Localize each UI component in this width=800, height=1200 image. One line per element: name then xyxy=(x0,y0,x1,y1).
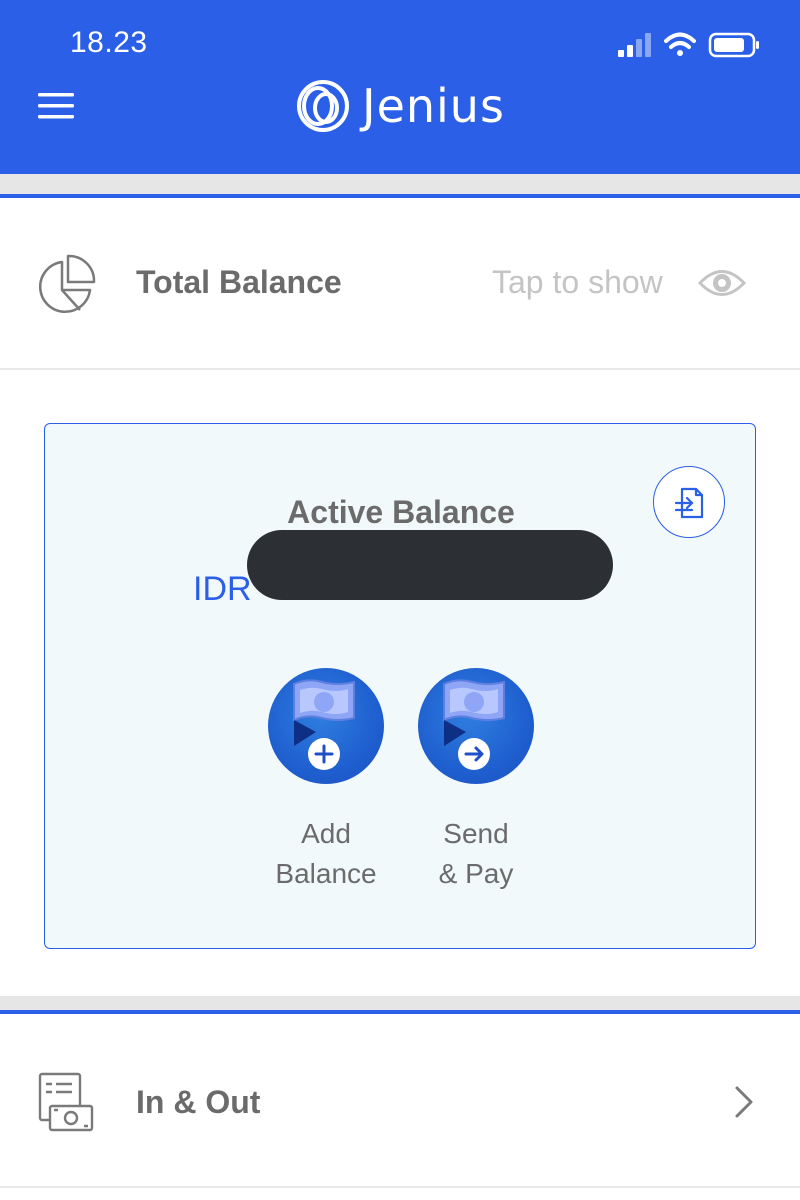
redaction-bar xyxy=(247,530,613,600)
jenius-rings-logo-icon xyxy=(297,80,349,132)
transactions-icon xyxy=(38,1072,94,1132)
active-balance-card: Active Balance IDR Add Balance Send & Pa… xyxy=(44,423,756,949)
section-top-rule xyxy=(0,1010,800,1014)
in-out-label: In & Out xyxy=(136,1084,261,1120)
send-pay-label: Send & Pay xyxy=(438,818,514,889)
pie-chart-icon xyxy=(38,254,96,314)
eye-icon[interactable] xyxy=(698,266,746,300)
battery-icon xyxy=(708,32,759,58)
status-time: 18.23 xyxy=(70,26,148,59)
cellular-signal-icon xyxy=(618,33,651,57)
total-balance-label: Total Balance xyxy=(136,264,342,300)
hamburger-menu-icon[interactable] xyxy=(38,92,74,120)
wifi-icon xyxy=(664,32,696,56)
balance-currency: IDR xyxy=(193,570,252,608)
add-balance-label: Add Balance xyxy=(275,818,377,889)
status-bar-icons xyxy=(618,32,759,58)
app-header: 18.23 Jenius xyxy=(0,0,800,174)
brand-logo: Jenius xyxy=(294,78,505,134)
plus-icon xyxy=(314,744,334,764)
arrow-right-icon xyxy=(464,746,484,762)
add-balance-button[interactable]: Add Balance xyxy=(268,668,384,894)
add-balance-icon xyxy=(268,668,384,784)
chevron-right-icon xyxy=(735,1086,753,1118)
section-separator xyxy=(0,996,800,1010)
row-divider xyxy=(0,1186,800,1188)
section-separator xyxy=(0,174,800,194)
row-divider xyxy=(0,368,800,370)
tap-to-show-button[interactable]: Tap to show xyxy=(492,264,663,301)
total-balance-row: Total Balance Tap to show xyxy=(0,198,800,368)
send-pay-button[interactable]: Send & Pay xyxy=(418,668,534,894)
send-pay-icon xyxy=(418,668,534,784)
active-balance-label: Active Balance xyxy=(287,494,515,530)
in-out-row[interactable]: In & Out xyxy=(0,1016,800,1186)
brand-name: Jenius xyxy=(362,79,505,133)
